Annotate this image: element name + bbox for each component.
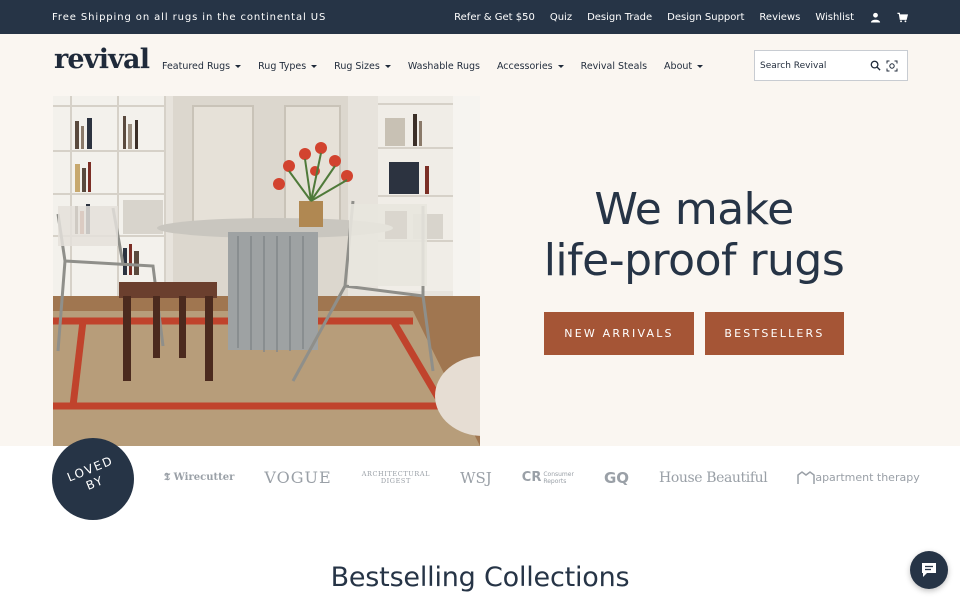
hero-image xyxy=(53,96,480,446)
nav-revival-steals[interactable]: Revival Steals xyxy=(581,61,647,72)
caret-down-icon xyxy=(557,65,564,68)
wirecutter-logo: 𝕿 Wirecutter xyxy=(164,472,235,483)
search-box xyxy=(754,50,908,81)
section-title: Bestselling Collections xyxy=(330,562,630,593)
site-header: revival Featured Rugs Rug Types Rug Size… xyxy=(0,34,960,96)
main-nav: Featured Rugs Rug Types Rug Sizes Washab… xyxy=(162,61,720,72)
wishlist-link[interactable]: Wishlist xyxy=(815,12,854,23)
search-icon[interactable] xyxy=(869,60,881,72)
hero-title-line1: We make xyxy=(594,184,794,235)
consumer-reports-logo: CR Consumer Reports xyxy=(521,470,574,485)
apartment-therapy-icon xyxy=(797,470,816,484)
search-input[interactable] xyxy=(760,60,864,71)
hero-title-line2: life-proof rugs xyxy=(543,235,845,286)
caret-down-icon xyxy=(311,65,318,68)
nav-label: Accessories xyxy=(496,61,553,72)
bestsellers-button[interactable]: BESTSELLERS xyxy=(705,312,844,355)
shipping-promo: Free Shipping on all rugs in the contine… xyxy=(52,11,327,23)
nav-washable-rugs[interactable]: Washable Rugs xyxy=(408,61,480,72)
gq-logo: GQ xyxy=(603,468,630,487)
new-arrivals-button[interactable]: NEW ARRIVALS xyxy=(544,312,694,355)
nav-label: Rug Types xyxy=(258,61,307,72)
chat-icon xyxy=(922,563,936,577)
hero-section: We make life-proof rugs NEW ARRIVALS BES… xyxy=(0,96,960,446)
nav-label: Featured Rugs xyxy=(162,61,231,72)
design-trade-link[interactable]: Design Trade xyxy=(587,12,652,23)
caret-down-icon xyxy=(697,65,704,68)
vogue-logo: VOGUE xyxy=(264,468,332,487)
press-strip: LOVED BY 𝕿 Wirecutter VOGUE ARCHITECTURA… xyxy=(0,438,960,520)
account-icon[interactable] xyxy=(869,11,881,23)
revival-logo[interactable]: revival xyxy=(54,44,150,75)
caret-down-icon xyxy=(384,65,391,68)
nav-featured-rugs[interactable]: Featured Rugs xyxy=(162,61,242,72)
nav-about[interactable]: About xyxy=(664,61,704,72)
reviews-link[interactable]: Reviews xyxy=(759,12,800,23)
nav-label: Washable Rugs xyxy=(407,61,480,72)
quiz-link[interactable]: Quiz xyxy=(550,12,572,23)
design-support-link[interactable]: Design Support xyxy=(667,12,744,23)
press-logos: 𝕿 Wirecutter VOGUE ARCHITECTURAL DIGEST W… xyxy=(164,468,920,487)
nav-accessories[interactable]: Accessories xyxy=(497,61,564,72)
cart-icon[interactable] xyxy=(896,11,908,23)
nav-rug-sizes[interactable]: Rug Sizes xyxy=(334,61,391,72)
hero-cta-group: NEW ARRIVALS BESTSELLERS xyxy=(544,312,844,355)
wsj-logo: WSJ xyxy=(460,468,492,487)
chat-button[interactable] xyxy=(910,551,948,589)
nav-label: About xyxy=(664,61,693,72)
apartment-therapy-logo: apartment therapy xyxy=(797,470,920,485)
loved-by-badge: LOVED BY xyxy=(52,438,134,520)
architectural-digest-logo: ARCHITECTURAL DIGEST xyxy=(361,469,431,485)
announcement-bar: Free Shipping on all rugs in the contine… xyxy=(0,0,960,34)
house-beautiful-logo: House Beautiful xyxy=(659,469,768,486)
nav-rug-types[interactable]: Rug Types xyxy=(258,61,318,72)
hero-headline: We make life-proof rugs xyxy=(520,184,868,286)
refer-link[interactable]: Refer & Get $50 xyxy=(454,12,535,23)
caret-down-icon xyxy=(235,65,242,68)
visual-search-icon[interactable] xyxy=(886,60,898,72)
nav-label: Rug Sizes xyxy=(334,61,380,72)
nav-label: Revival Steals xyxy=(580,61,648,72)
utility-links: Refer & Get $50 Quiz Design Trade Design… xyxy=(454,11,908,23)
